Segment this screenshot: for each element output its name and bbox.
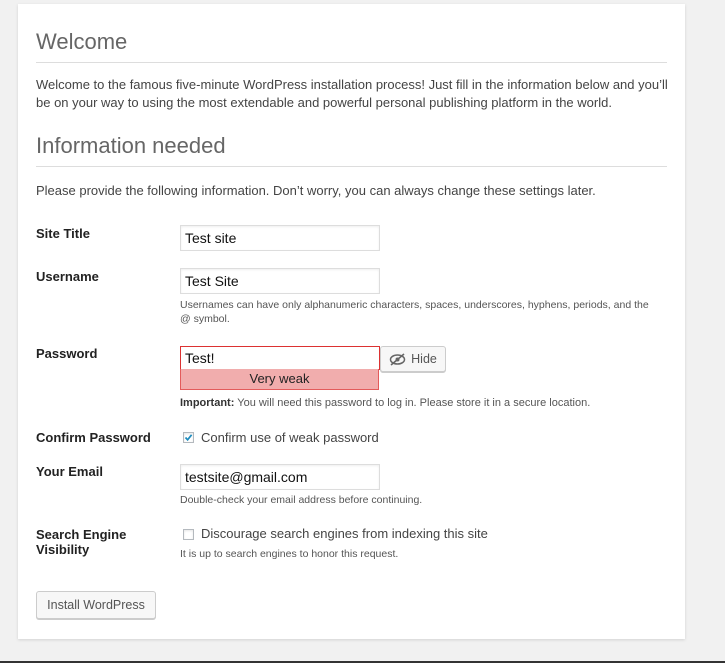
username-description: Usernames can have only alphanumeric cha… [180,299,649,325]
confirm-password-label: Confirm Password [36,430,151,445]
checkmark-icon [184,434,193,442]
confirm-weak-password-checkbox[interactable] [183,432,194,443]
password-input[interactable]: Test! [180,346,380,370]
discourage-search-engines-label[interactable]: Discourage search engines from indexing … [201,526,488,542]
username-label: Username [36,269,99,284]
search-visibility-label-line2: Visibility [36,542,90,557]
welcome-intro: Welcome to the famous five-minute WordPr… [36,77,668,110]
install-card: Welcome Welcome to the famous five-minut… [18,4,685,639]
password-note-strong: Important: [180,397,235,409]
site-title-input[interactable]: Test site [180,225,380,251]
password-strength-meter: Very weak [180,369,379,390]
info-heading: Information needed [36,133,667,167]
site-title-label: Site Title [36,226,90,241]
hide-button-label: Hide [411,352,437,366]
eye-slash-icon [389,352,406,366]
hide-password-button[interactable]: Hide [380,346,446,372]
email-description: Double-check your email address before c… [180,494,423,506]
email-label: Your Email [36,464,103,479]
email-input[interactable]: testsite@gmail.com [180,464,380,490]
password-label: Password [36,346,98,361]
search-visibility-description: It is up to search engines to honor this… [180,548,399,560]
install-wordpress-button[interactable]: Install WordPress [36,591,156,619]
username-input[interactable]: Test Site [180,268,380,294]
discourage-search-engines-checkbox[interactable] [183,529,194,540]
search-visibility-label: Search Engine Visibility [36,527,126,557]
password-note-text: You will need this password to log in. P… [234,397,591,409]
welcome-heading: Welcome [36,29,667,63]
password-note: Important: You will need this password t… [180,396,650,410]
info-prompt: Please provide the following information… [36,183,596,198]
confirm-weak-password-label[interactable]: Confirm use of weak password [201,430,379,446]
search-visibility-label-line1: Search Engine [36,527,127,542]
